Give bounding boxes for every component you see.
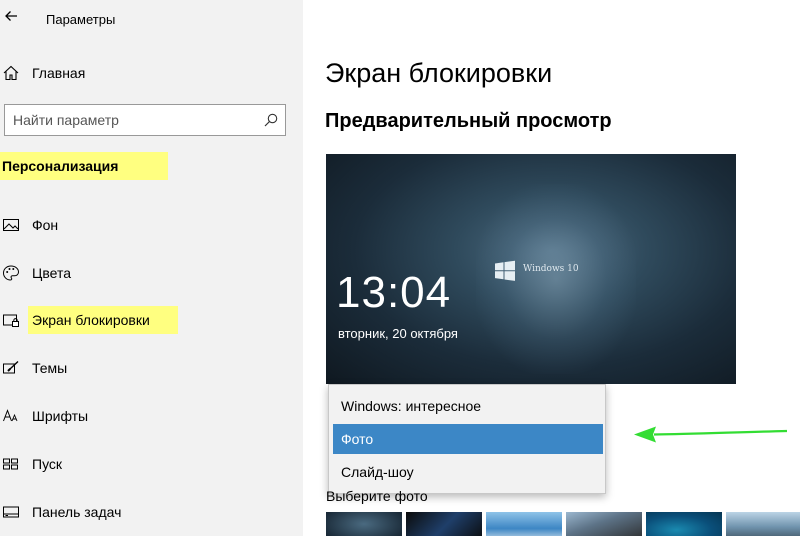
sidebar-item-start[interactable]: Пуск bbox=[0, 452, 62, 476]
preview-clock: 13:04 bbox=[336, 268, 452, 317]
main-content: Экран блокировки Предварительный просмот… bbox=[303, 0, 800, 536]
choose-photo-label: Выберите фото bbox=[326, 488, 428, 504]
app-title: Параметры bbox=[46, 12, 116, 27]
preview-date: вторник, 20 октября bbox=[338, 326, 458, 341]
background-type-dropdown[interactable]: Windows: интересное Фото Слайд-шоу bbox=[328, 384, 606, 494]
sidebar-item-label: Фон bbox=[32, 217, 59, 233]
sidebar-item-colors[interactable]: Цвета bbox=[0, 261, 71, 285]
windows-logo-icon bbox=[494, 260, 516, 282]
sidebar-item-taskbar[interactable]: Панель задач bbox=[0, 500, 121, 524]
taskbar-icon bbox=[2, 503, 20, 521]
lock-screen-icon bbox=[2, 311, 20, 329]
sidebar-item-fonts[interactable]: Шрифты bbox=[0, 404, 88, 428]
brush-icon bbox=[2, 359, 20, 377]
sidebar-item-label: Главная bbox=[32, 65, 86, 81]
palette-icon bbox=[2, 264, 20, 282]
photo-thumbnails bbox=[326, 512, 800, 536]
picture-icon bbox=[2, 216, 20, 234]
search-input[interactable] bbox=[5, 105, 245, 135]
sidebar-item-label: Цвета bbox=[32, 265, 71, 281]
font-icon bbox=[2, 407, 20, 425]
photo-thumbnail[interactable] bbox=[486, 512, 562, 536]
dropdown-option-slideshow[interactable]: Слайд-шоу bbox=[333, 457, 603, 487]
photo-thumbnail[interactable] bbox=[646, 512, 722, 536]
start-icon bbox=[2, 455, 20, 473]
sidebar-item-home[interactable]: Главная bbox=[0, 62, 85, 84]
search-box[interactable] bbox=[4, 104, 286, 136]
preview-heading: Предварительный просмотр bbox=[325, 110, 612, 132]
home-icon bbox=[2, 64, 20, 82]
dropdown-option-photo[interactable]: Фото bbox=[333, 424, 603, 454]
back-arrow-icon[interactable] bbox=[2, 6, 22, 26]
sidebar-item-label: Экран блокировки bbox=[28, 306, 178, 334]
sidebar-item-label: Пуск bbox=[32, 456, 63, 472]
sidebar: Параметры Главная Персонализация Фон bbox=[0, 0, 303, 536]
sidebar-item-label: Шрифты bbox=[32, 408, 89, 424]
dropdown-option-windows-spotlight[interactable]: Windows: интересное bbox=[333, 391, 603, 421]
photo-thumbnail[interactable] bbox=[726, 512, 800, 536]
photo-thumbnail[interactable] bbox=[566, 512, 642, 536]
green-arrow-annotation bbox=[632, 422, 788, 446]
search-icon[interactable] bbox=[263, 112, 279, 128]
page-title: Экран блокировки bbox=[325, 58, 553, 88]
photo-thumbnail[interactable] bbox=[326, 512, 402, 536]
lock-screen-preview: Windows 10 13:04 вторник, 20 октября bbox=[326, 154, 736, 384]
sidebar-item-label: Темы bbox=[32, 360, 68, 376]
sidebar-item-background[interactable]: Фон bbox=[0, 213, 58, 237]
photo-thumbnail[interactable] bbox=[406, 512, 482, 536]
sidebar-item-label: Панель задач bbox=[32, 504, 122, 520]
section-header-personalization: Персонализация bbox=[0, 152, 168, 180]
windows-logo-text: Windows 10 bbox=[523, 264, 579, 274]
sidebar-item-themes[interactable]: Темы bbox=[0, 356, 67, 380]
sidebar-item-lock-screen[interactable]: Экран блокировки bbox=[0, 304, 178, 336]
